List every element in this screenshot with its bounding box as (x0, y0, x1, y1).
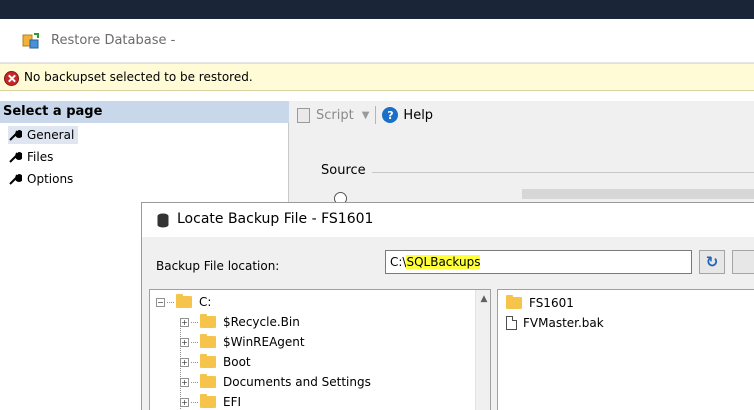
folder-tree[interactable]: − C: + $Recycle.Bin + $WinREAgent + Boot… (149, 289, 491, 410)
tree-dots (191, 381, 198, 383)
page-item-files[interactable]: Files (8, 148, 53, 166)
tree-dots (191, 401, 198, 403)
database-icon (157, 213, 169, 228)
tree-node[interactable]: + EFI (180, 392, 241, 410)
expand-icon[interactable]: + (180, 357, 189, 367)
error-banner: No backupset selected to be restored. (0, 63, 754, 91)
page-item-label: General (27, 128, 75, 142)
page-item-general[interactable]: General (8, 126, 79, 144)
help-icon: ? (382, 107, 399, 123)
tree-node-label: $Recycle.Bin (223, 315, 300, 329)
dialog-title-bar: Locate Backup File - FS1601 (142, 203, 754, 237)
select-page-header: Select a page (0, 101, 289, 123)
file-item-folder[interactable]: FS1601 (506, 294, 574, 312)
file-item-label: FVMaster.bak (523, 316, 604, 330)
folder-icon (176, 294, 192, 308)
expand-icon[interactable]: + (180, 317, 189, 327)
dialog-title: Locate Backup File - FS1601 (177, 211, 374, 227)
error-message: No backupset selected to be restored. (24, 70, 253, 84)
cutoff-button[interactable] (732, 250, 754, 274)
tree-node-label: Boot (223, 355, 251, 369)
folder-icon (200, 314, 216, 328)
toolbar-separator (375, 106, 377, 124)
expand-icon[interactable]: + (180, 397, 189, 407)
tree-dots (191, 361, 198, 363)
folder-icon (200, 394, 216, 408)
tree-node-label: C: (199, 295, 212, 309)
source-label: Source (321, 163, 366, 178)
tree-node[interactable]: + Documents and Settings (180, 372, 371, 392)
page-item-options[interactable]: Options (8, 170, 73, 188)
tree-node[interactable]: + $Recycle.Bin (180, 312, 300, 332)
folder-icon (200, 354, 216, 368)
tree-scrollbar[interactable]: ▲ (475, 290, 490, 410)
tree-node-label: EFI (223, 395, 242, 409)
tree-dots (191, 321, 198, 323)
file-icon (506, 316, 517, 330)
refresh-icon: ↻ (705, 253, 719, 271)
window-top-strip (0, 0, 754, 19)
refresh-button[interactable]: ↻ (699, 250, 725, 274)
backup-location-label: Backup File location: (156, 259, 280, 273)
script-icon (297, 107, 310, 123)
tree-dots (191, 341, 198, 343)
window-title: Restore Database - (51, 33, 176, 48)
restore-database-icon (22, 33, 39, 49)
folder-icon (200, 334, 216, 348)
error-x-icon (4, 71, 19, 86)
tree-node-root[interactable]: − C: (156, 292, 211, 312)
expand-icon[interactable]: + (180, 377, 189, 387)
tree-node[interactable]: + $WinREAgent (180, 332, 305, 352)
folder-icon (200, 374, 216, 388)
script-button[interactable]: Script ▼ (297, 107, 370, 123)
backup-location-input[interactable]: C:\ SQLBackups (385, 250, 692, 274)
tree-node-label: Documents and Settings (223, 375, 371, 389)
wrench-icon (9, 173, 22, 185)
help-label: Help (403, 107, 434, 123)
tree-dots (167, 301, 174, 303)
source-field (522, 189, 754, 199)
expand-icon[interactable]: + (180, 337, 189, 347)
page-item-label: Options (27, 172, 74, 186)
wrench-icon (9, 151, 22, 163)
file-item-label: FS1601 (529, 296, 574, 310)
locate-backup-file-dialog: Locate Backup File - FS1601 Backup File … (141, 202, 754, 410)
help-button[interactable]: ? Help (382, 107, 433, 123)
scroll-up-arrow-icon[interactable]: ▲ (476, 294, 490, 308)
location-highlight: SQLBackups (406, 255, 481, 269)
file-list[interactable]: FS1601 FVMaster.bak (497, 289, 754, 410)
file-item-bak[interactable]: FVMaster.bak (506, 314, 604, 332)
folder-icon (506, 295, 522, 309)
title-bar: Restore Database - (0, 19, 754, 63)
chevron-down-icon[interactable]: ▼ (362, 110, 370, 121)
toolbar: Script ▼ ? Help (289, 101, 754, 129)
source-divider (372, 172, 754, 173)
collapse-icon[interactable]: − (156, 297, 165, 307)
tree-node-label: $WinREAgent (223, 335, 305, 349)
location-prefix: C:\ (390, 255, 407, 269)
tree-node[interactable]: + Boot (180, 352, 251, 372)
page-item-label: Files (27, 150, 54, 164)
script-label: Script (316, 107, 354, 123)
wrench-icon (9, 129, 22, 141)
